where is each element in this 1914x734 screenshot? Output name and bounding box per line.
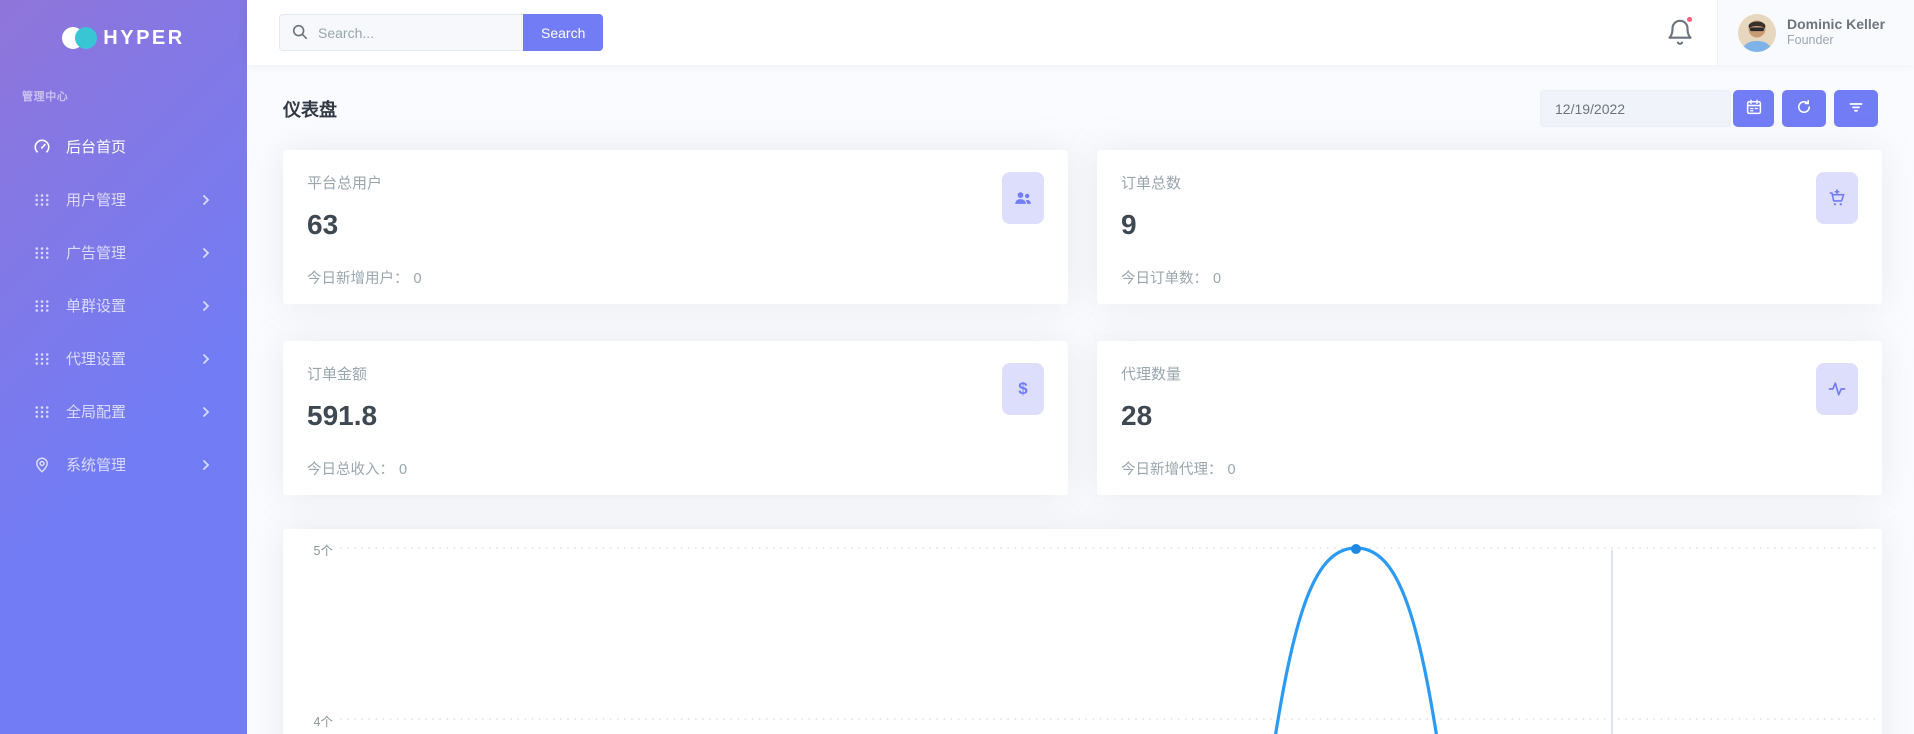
dollar-icon: $ <box>1002 363 1044 415</box>
filter-button[interactable] <box>1834 90 1878 127</box>
sidebar-item-home[interactable]: 后台首页 <box>0 120 247 173</box>
date-filter-group <box>1540 90 1878 127</box>
filter-icon <box>1847 98 1865 119</box>
sidebar-item-groups[interactable]: 单群设置 <box>0 279 247 332</box>
user-name: Dominic Keller <box>1787 16 1885 34</box>
stat-value: 28 <box>1121 400 1858 432</box>
sidebar-item-label: 单群设置 <box>66 295 126 316</box>
stat-card-agent-count: 代理数量 28 今日新增代理：0 <box>1097 341 1882 495</box>
sidebar: HYPER 管理中心 后台首页 用户管理 <box>0 0 247 734</box>
sidebar-item-label: 用户管理 <box>66 189 126 210</box>
brand-logo[interactable]: HYPER <box>0 20 247 56</box>
stat-sub: 今日新增用户：0 <box>307 267 1044 288</box>
chevron-right-icon <box>201 460 211 470</box>
speedometer-icon <box>33 138 51 156</box>
sidebar-item-label: 代理设置 <box>66 348 126 369</box>
stat-value: 9 <box>1121 209 1858 241</box>
avatar <box>1738 14 1776 52</box>
sidebar-item-label: 全局配置 <box>66 401 126 422</box>
refresh-icon <box>1795 98 1813 119</box>
orders-line-chart: 5个 4个 <box>283 529 1882 734</box>
chart-plot-area <box>283 529 1882 734</box>
sidebar-menu: 后台首页 用户管理 <box>0 120 247 491</box>
users-icon <box>1002 172 1044 224</box>
sidebar-item-global-config[interactable]: 全局配置 <box>0 385 247 438</box>
stat-label: 订单总数 <box>1121 172 1858 193</box>
grid-icon <box>33 191 51 209</box>
logo-mark-icon <box>62 27 96 49</box>
dashboard-page: HYPER 管理中心 后台首页 用户管理 <box>0 0 1914 734</box>
stat-value: 63 <box>307 209 1044 241</box>
refresh-button[interactable] <box>1782 90 1826 127</box>
sidebar-item-label: 系统管理 <box>66 454 126 475</box>
map-pin-icon <box>33 456 51 474</box>
search-input[interactable] <box>279 14 523 51</box>
chevron-right-icon <box>201 301 211 311</box>
brand-name: HYPER <box>103 27 184 50</box>
topbar: Search Dominic Keller Founder <box>247 0 1914 65</box>
stat-label: 订单金额 <box>307 363 1044 384</box>
cart-plus-icon <box>1816 172 1858 224</box>
user-role: Founder <box>1787 33 1885 49</box>
stat-sub: 今日订单数：0 <box>1121 267 1858 288</box>
pulse-icon <box>1816 363 1858 415</box>
chevron-right-icon <box>201 248 211 258</box>
sidebar-item-system[interactable]: 系统管理 <box>0 438 247 491</box>
sidebar-item-agents[interactable]: 代理设置 <box>0 332 247 385</box>
series-line <box>1267 548 1445 734</box>
stat-value: 591.8 <box>307 400 1044 432</box>
calendar-button[interactable] <box>1733 90 1774 127</box>
stat-card-total-users: 平台总用户 63 今日新增用户：0 <box>283 150 1068 304</box>
chevron-right-icon <box>201 195 211 205</box>
sidebar-item-label: 后台首页 <box>66 136 126 157</box>
chevron-right-icon <box>201 354 211 364</box>
stat-card-total-orders: 订单总数 9 今日订单数：0 <box>1097 150 1882 304</box>
notification-unread-dot <box>1685 15 1694 24</box>
page-title: 仪表盘 <box>283 96 337 122</box>
date-input[interactable] <box>1540 90 1731 127</box>
stat-card-order-amount: 订单金额 591.8 今日总收入：0 $ <box>283 341 1068 495</box>
stat-sub: 今日新增代理：0 <box>1121 458 1858 479</box>
grid-icon <box>33 350 51 368</box>
grid-icon <box>33 403 51 421</box>
calendar-icon <box>1745 98 1763 119</box>
chevron-right-icon <box>201 407 211 417</box>
stat-label: 平台总用户 <box>307 172 1044 193</box>
sidebar-item-users[interactable]: 用户管理 <box>0 173 247 226</box>
grid-icon <box>33 297 51 315</box>
sidebar-item-ads[interactable]: 广告管理 <box>0 226 247 279</box>
stat-sub: 今日总收入：0 <box>307 458 1044 479</box>
stat-label: 代理数量 <box>1121 363 1858 384</box>
search-button[interactable]: Search <box>523 14 603 51</box>
grid-icon <box>33 244 51 262</box>
search-icon <box>291 23 309 41</box>
search-group: Search <box>279 14 603 51</box>
series-peak-marker <box>1351 544 1361 554</box>
notifications-bell-icon[interactable] <box>1665 17 1695 49</box>
user-menu[interactable]: Dominic Keller Founder <box>1717 0 1914 65</box>
sidebar-section-label: 管理中心 <box>22 88 68 104</box>
sidebar-item-label: 广告管理 <box>66 242 126 263</box>
